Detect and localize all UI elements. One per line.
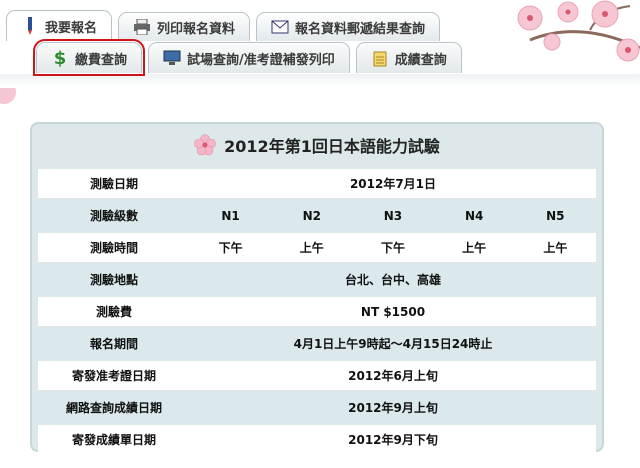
table-row: 報名期間 4月1日上午9時起～4月15日24時止 [38,329,596,358]
row-label: 寄發准考證日期 [38,361,190,390]
row-value: 4月1日上午9時起～4月15日24時止 [190,329,596,358]
row-value: 2012年9月上旬 [190,393,596,422]
row-value: 台北、台中、高雄 [190,265,596,294]
panel-title-text: 2012年第1回日本語能力試驗 [224,137,440,156]
level-cell: N3 [383,208,403,223]
row-value: N1 N2 N3 N4 N5 [190,201,596,230]
tab-register[interactable]: 我要報名 [6,10,113,41]
row-label: 網路查詢成績日期 [38,393,190,422]
sub-tabs: $ 繳費查詢 試場查詢/准考證補發列印 成績查詢 [32,39,462,76]
tab-mail-result[interactable]: 報名資料郵遞結果查詢 [256,12,441,41]
table-row: 測驗時間 下午 上午 下午 上午 上午 [38,233,596,262]
time-cell: 下午 [380,241,405,255]
row-value: 2012年9月下旬 [190,425,596,454]
envelope-icon [271,18,289,36]
level-cell: N1 [221,208,240,223]
computer-icon [163,49,181,67]
tab-label: 列印報名資料 [157,21,236,37]
row-label: 報名期間 [38,329,190,358]
row-label: 測驗費 [38,297,190,326]
row-label: 測驗級數 [38,201,190,230]
exam-info-panel: 2012年第1回日本語能力試驗 測驗日期 2012年7月1日 測驗級數 N1 N… [30,122,604,454]
cherry-blossom-decoration [517,0,640,62]
time-cell: 上午 [462,241,487,255]
dollar-icon: $ [53,47,67,69]
panel-title: 2012年第1回日本語能力試驗 [32,130,602,160]
tab-strip-divider [0,74,640,88]
time-cell: 下午 [218,241,243,255]
tab-label: 試場查詢/准考證補發列印 [187,52,335,68]
exam-info-table: 測驗日期 2012年7月1日 測驗級數 N1 N2 N3 N4 N5 測驗時間 … [38,166,596,457]
row-label: 測驗地點 [38,265,190,294]
pen-icon [21,17,39,35]
table-row: 測驗級數 N1 N2 N3 N4 N5 [38,201,596,230]
table-row: 測驗費 NT $1500 [38,297,596,326]
main-tabs: 我要報名 列印報名資料 報名資料郵遞結果查詢 [6,10,441,41]
tab-label: 繳費查詢 [75,52,128,68]
tab-label: 報名資料郵遞結果查詢 [295,21,426,37]
time-cell: 上午 [543,241,568,255]
row-value: NT $1500 [190,297,596,326]
row-label: 寄發成績單日期 [38,425,190,454]
tab-label: 我要報名 [45,20,98,36]
row-label: 測驗時間 [38,233,190,262]
time-cell: 上午 [299,241,324,255]
row-label: 測驗日期 [38,169,190,198]
printer-icon [133,18,151,36]
tab-print-registration[interactable]: 列印報名資料 [118,12,251,41]
level-cell: N5 [546,208,565,223]
tab-payment-query[interactable]: $ 繳費查詢 [32,39,146,76]
level-cell: N4 [464,208,484,223]
cherry-blossom-icon [194,134,216,156]
level-cell: N2 [302,208,321,223]
tab-score-query[interactable]: 成績查詢 [355,42,462,73]
tab-label: 成績查詢 [394,52,447,68]
table-row: 寄發成績單日期 2012年9月下旬 [38,425,596,454]
table-row: 網路查詢成績日期 2012年9月上旬 [38,393,596,422]
table-row: 寄發准考證日期 2012年6月上旬 [38,361,596,390]
table-row: 測驗日期 2012年7月1日 [38,169,596,198]
row-value: 2012年7月1日 [190,169,596,198]
table-row: 測驗地點 台北、台中、高雄 [38,265,596,294]
tab-exam-room-query[interactable]: 試場查詢/准考證補發列印 [148,42,350,73]
notepad-icon [371,49,389,67]
row-value: 2012年6月上旬 [190,361,596,390]
row-value: 下午 上午 下午 上午 上午 [190,233,596,262]
